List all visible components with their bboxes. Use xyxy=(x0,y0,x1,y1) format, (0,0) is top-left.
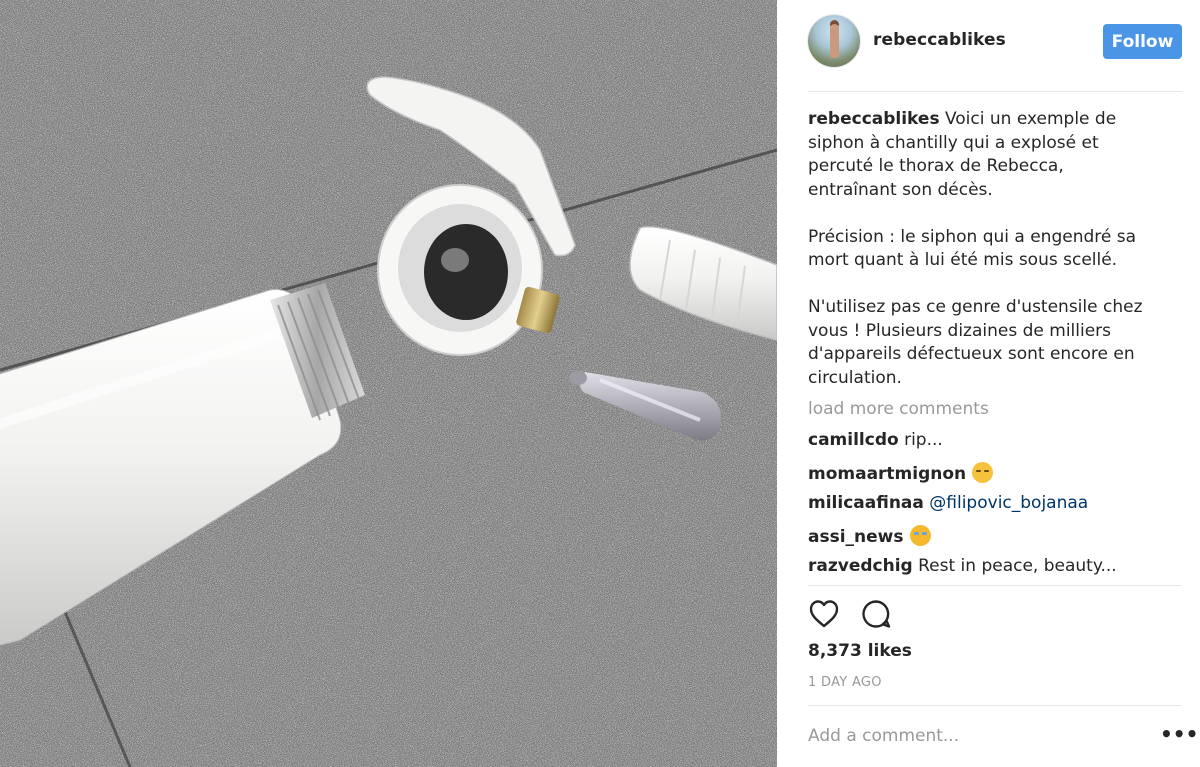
username-link[interactable]: rebeccablikes xyxy=(873,30,1006,50)
post-detail-panel: rebeccablikes Follow rebeccablikes Voici… xyxy=(777,0,1200,767)
post-timestamp[interactable]: 1 DAY AGO xyxy=(808,675,882,690)
follow-button[interactable]: Follow xyxy=(1103,24,1182,59)
comment-bubble-icon[interactable] xyxy=(860,598,892,630)
comments-divider xyxy=(808,585,1182,586)
load-more-comments-link[interactable]: load more comments xyxy=(808,399,989,419)
comment-item: milicaafinaa @filipovic_bojanaa xyxy=(808,493,1088,513)
likes-count[interactable]: 8,373 likes xyxy=(808,641,912,661)
comment-username[interactable]: momaartmignon xyxy=(808,464,966,484)
post-caption: rebeccablikes Voici un exemple de siphon… xyxy=(808,108,1148,390)
comment-item: momaartmignon xyxy=(808,462,994,484)
comment-text: rip... xyxy=(898,430,943,450)
more-options-icon[interactable]: ••• xyxy=(1160,724,1198,747)
comment-mention-link[interactable]: @filipovic_bojanaa xyxy=(929,493,1088,513)
caption-username[interactable]: rebeccablikes xyxy=(808,109,940,129)
siphon-photo-image xyxy=(0,0,777,767)
comment-username[interactable]: razvedchig xyxy=(808,556,913,576)
comment-text: Rest in peace, beauty... xyxy=(912,556,1117,576)
comment-item: razvedchig Rest in peace, beauty... xyxy=(808,556,1117,576)
heart-icon[interactable] xyxy=(808,598,840,630)
caption-text: Voici un exemple de siphon à chantilly q… xyxy=(808,109,1143,388)
post-header: rebeccablikes Follow xyxy=(777,0,1200,90)
post-photo[interactable] xyxy=(0,0,777,767)
add-comment-input[interactable] xyxy=(808,723,1138,749)
comment-item: assi_news xyxy=(808,525,931,547)
comment-username[interactable]: milicaafinaa xyxy=(808,493,924,513)
comment-username[interactable]: camillcdo xyxy=(808,430,899,450)
comment-item: camillcdo rip... xyxy=(808,430,943,450)
avatar[interactable] xyxy=(808,15,860,67)
comment-username[interactable]: assi_news xyxy=(808,527,904,547)
footer-divider xyxy=(808,705,1182,706)
pensive-face-icon xyxy=(972,462,994,483)
header-divider xyxy=(808,91,1182,92)
post-actions xyxy=(808,598,892,630)
crying-face-icon xyxy=(909,525,931,546)
